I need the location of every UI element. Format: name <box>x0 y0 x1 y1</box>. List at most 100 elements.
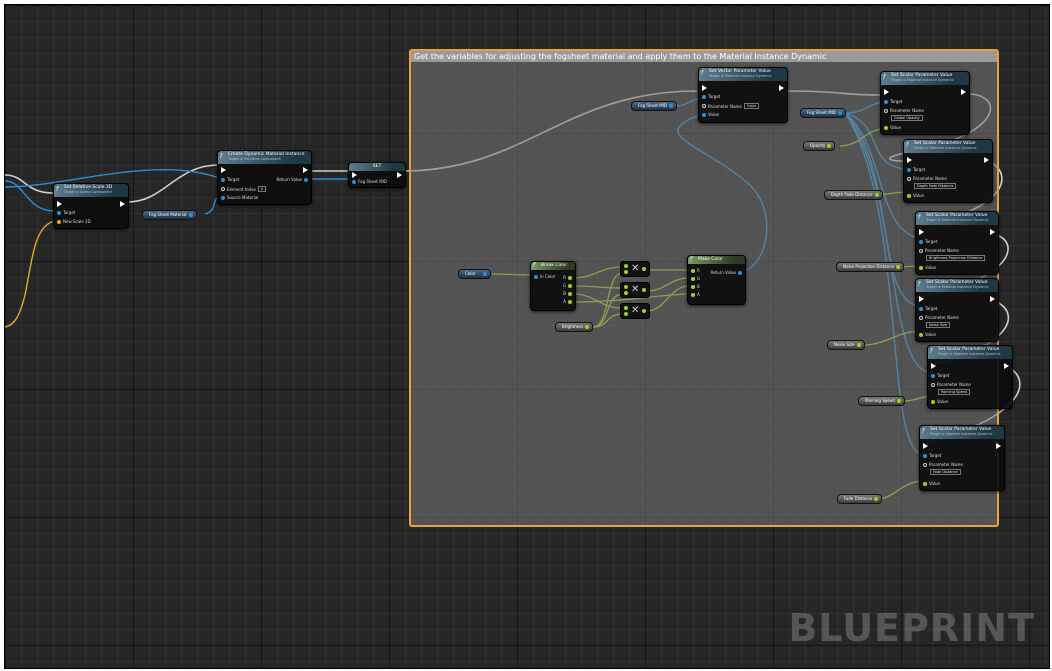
multiply-node[interactable]: ✕ <box>620 261 650 277</box>
r-in-pin[interactable] <box>691 268 695 273</box>
var-fade-distance[interactable]: Fade Distance <box>837 494 883 504</box>
out-pin[interactable] <box>642 267 646 271</box>
parameter-name-input[interactable]: Color <box>743 103 760 109</box>
a-pin[interactable] <box>624 285 628 289</box>
target-pin[interactable] <box>57 210 61 215</box>
new-scale-pin[interactable] <box>57 219 61 224</box>
exec-in-pin[interactable] <box>907 157 912 163</box>
exec-in-pin[interactable] <box>57 201 62 207</box>
parameter-name-input[interactable]: Depth Fade Distance <box>914 183 957 189</box>
node-set-scalar-parameter-panning-speed[interactable]: f Set Scalar Parameter Value Target is Mat… <box>927 345 1013 409</box>
fog-sheet-mid-pin[interactable] <box>352 179 356 184</box>
var-fog-sheet-mid[interactable]: Fog Sheet MID <box>631 101 677 111</box>
node-set-scalar-parameter-depth-fade-distance[interactable]: f Set Scalar Parameter Value Target is Mat… <box>903 139 993 203</box>
node-set-scalar-parameter-noise-size[interactable]: f Set Scalar Parameter Value Target is Mat… <box>915 278 999 342</box>
exec-out-pin[interactable] <box>961 89 966 95</box>
parameter-name-input[interactable]: Brightness Projection Distance <box>926 255 986 261</box>
exec-in-pin[interactable] <box>884 89 889 95</box>
node-set-scalar-parameter-fade-distance[interactable]: f Set Scalar Parameter Value Target is Mat… <box>919 425 1005 491</box>
b-pin[interactable] <box>624 312 628 316</box>
multiply-node[interactable]: ✕ <box>620 303 650 319</box>
b-pin[interactable] <box>624 270 628 274</box>
node-set-scalar-parameter-global-opacity[interactable]: f Set Scalar Parameter Value Target is Mat… <box>880 71 970 135</box>
target-pin[interactable] <box>923 453 927 458</box>
parameter-name-pin[interactable] <box>923 462 927 467</box>
var-noise-size[interactable]: Noise Size <box>827 340 865 350</box>
var-fog-sheet-mid[interactable]: Fog Sheet MID <box>800 108 846 118</box>
parameter-name-pin[interactable] <box>907 176 911 181</box>
var-fog-sheet-material[interactable]: Fog Sheet Material <box>142 210 197 220</box>
parameter-name-pin[interactable] <box>702 104 706 108</box>
value-pin[interactable] <box>702 112 706 117</box>
exec-out-pin[interactable] <box>996 443 1001 449</box>
multiply-node[interactable]: ✕ <box>620 282 650 298</box>
source-material-pin[interactable] <box>221 195 225 200</box>
exec-in-pin[interactable] <box>702 85 707 91</box>
exec-in-pin[interactable] <box>919 229 924 235</box>
exec-out-pin[interactable] <box>779 85 784 91</box>
value-pin[interactable] <box>931 399 935 404</box>
var-depth-fade-distance[interactable]: Depth Fade Distance <box>824 190 883 200</box>
r-out-pin[interactable] <box>568 275 572 280</box>
var-color[interactable]: Color <box>458 269 491 279</box>
exec-out-pin[interactable] <box>397 172 402 178</box>
exec-in-pin[interactable] <box>923 443 928 449</box>
var-noise-projection-distance[interactable]: Noise Projection Distance <box>836 262 904 272</box>
var-out-pin[interactable] <box>856 343 861 347</box>
node-set-vector-parameter-value[interactable]: f Set Vector Parameter Value Target is Mat… <box>698 67 788 123</box>
exec-out-pin[interactable] <box>984 157 989 163</box>
element-index-pin[interactable] <box>221 187 225 191</box>
value-pin[interactable] <box>919 265 923 270</box>
var-out-pin[interactable] <box>896 399 901 403</box>
a-out-pin[interactable] <box>568 299 572 304</box>
a-pin[interactable] <box>624 306 628 310</box>
b-pin[interactable] <box>624 291 628 295</box>
exec-out-pin[interactable] <box>990 296 995 302</box>
comment-title[interactable]: Get the variables for adjusting the fogs… <box>411 51 997 62</box>
var-out-pin[interactable] <box>668 104 673 108</box>
out-pin[interactable] <box>642 288 646 292</box>
parameter-name-input[interactable]: Fade Distance <box>930 469 961 475</box>
exec-out-pin[interactable] <box>303 167 308 173</box>
var-out-pin[interactable] <box>837 111 842 115</box>
b-in-pin[interactable] <box>691 284 695 289</box>
value-pin[interactable] <box>907 193 911 198</box>
var-out-pin[interactable] <box>188 213 193 217</box>
node-set-relative-scale[interactable]: f Set Relative Scale 3D Target is Scene Co… <box>53 183 129 229</box>
node-break-color[interactable]: f Break Color In Color R G B A <box>530 261 576 311</box>
node-make-color[interactable]: f Make Color R G B A Return Value <box>687 255 746 305</box>
return-value-pin[interactable] <box>304 177 308 182</box>
in-color-pin[interactable] <box>534 274 538 279</box>
element-index-input[interactable]: 0 <box>257 186 267 192</box>
var-panning-speed[interactable]: Panning Speed <box>858 396 905 406</box>
var-out-pin[interactable] <box>585 325 590 329</box>
return-value-pin[interactable] <box>738 270 742 275</box>
parameter-name-pin[interactable] <box>919 248 923 253</box>
var-out-pin[interactable] <box>827 144 832 148</box>
target-pin[interactable] <box>884 99 888 104</box>
parameter-name-input[interactable]: Panning Speed <box>938 389 971 395</box>
blueprint-graph-canvas[interactable]: Get the variables for adjusting the fogs… <box>4 4 1050 669</box>
exec-in-pin[interactable] <box>919 296 924 302</box>
parameter-name-input[interactable]: Global Opacity <box>891 115 923 121</box>
parameter-name-input[interactable]: Noise Size <box>926 322 951 328</box>
exec-in-pin[interactable] <box>352 172 357 178</box>
target-pin[interactable] <box>702 94 706 99</box>
out-pin[interactable] <box>642 309 646 313</box>
b-out-pin[interactable] <box>568 291 572 296</box>
g-in-pin[interactable] <box>691 276 695 281</box>
target-pin[interactable] <box>931 373 935 378</box>
node-create-dynamic-material-instance[interactable]: f Create Dynamic Material Instance Target … <box>217 150 312 205</box>
parameter-name-pin[interactable] <box>931 382 935 387</box>
var-out-pin[interactable] <box>874 497 879 501</box>
exec-in-pin[interactable] <box>221 167 226 173</box>
target-pin[interactable] <box>907 167 911 172</box>
a-pin[interactable] <box>624 264 628 268</box>
exec-in-pin[interactable] <box>931 363 936 369</box>
exec-out-pin[interactable] <box>1004 363 1009 369</box>
var-out-pin[interactable] <box>483 272 487 276</box>
node-set-scalar-parameter-brightness-projection[interactable]: f Set Scalar Parameter Value Target is Mat… <box>915 211 999 275</box>
a-in-pin[interactable] <box>691 292 695 297</box>
target-pin[interactable] <box>919 239 923 244</box>
value-pin[interactable] <box>884 125 888 130</box>
